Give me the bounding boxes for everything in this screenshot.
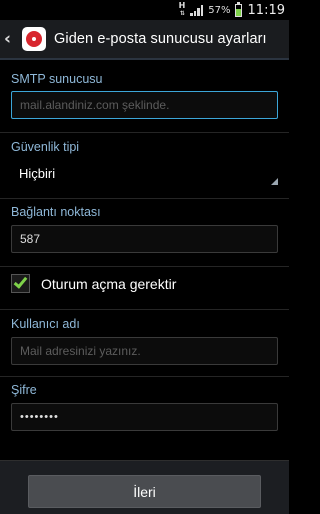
signal-bars-icon xyxy=(190,4,204,16)
next-button[interactable]: İleri xyxy=(28,475,261,508)
require-login-checkbox[interactable] xyxy=(11,274,30,293)
email-app-icon[interactable] xyxy=(22,27,46,51)
page-title: Giden e-posta sunucusu ayarları xyxy=(54,31,267,47)
password-input[interactable]: •••••••• xyxy=(11,403,278,431)
battery-percent: 57% xyxy=(208,4,231,16)
divider xyxy=(0,376,289,377)
divider xyxy=(0,198,289,199)
data-activity-icon: ⇅ xyxy=(179,10,185,17)
username-placeholder: Mail adresinizi yazınız. xyxy=(20,344,141,358)
security-type-label: Güvenlik tipi xyxy=(11,140,80,154)
password-label: Şifre xyxy=(11,383,37,397)
security-type-select[interactable]: Hiçbiri xyxy=(11,159,278,187)
port-label: Bağlantı noktası xyxy=(11,205,101,219)
back-arrow-icon[interactable]: ‹ xyxy=(4,29,20,49)
username-label: Kullanıcı adı xyxy=(11,317,80,331)
title-bar: ‹ Giden e-posta sunucusu ayarları xyxy=(0,20,289,60)
clock: 11:19 xyxy=(247,2,285,18)
port-value: 587 xyxy=(20,232,41,246)
security-type-value: Hiçbiri xyxy=(19,165,56,181)
divider xyxy=(0,132,289,133)
divider xyxy=(0,266,289,267)
smtp-server-label: SMTP sunucusu xyxy=(11,72,103,86)
username-input[interactable]: Mail adresinizi yazınız. xyxy=(11,337,278,365)
password-value: •••••••• xyxy=(20,411,59,423)
checkmark-icon xyxy=(13,274,28,289)
port-input[interactable]: 587 xyxy=(11,225,278,253)
battery-icon xyxy=(234,1,242,17)
divider xyxy=(0,309,289,310)
require-login-row[interactable]: Oturum açma gerektir xyxy=(11,274,176,293)
network-type-indicator: H ⇅ xyxy=(179,2,186,18)
outgoing-server-form: SMTP sunucusu mail.alandiniz.com şeklind… xyxy=(0,62,289,460)
smtp-server-input[interactable]: mail.alandiniz.com şeklinde. xyxy=(11,91,278,119)
smtp-server-placeholder: mail.alandiniz.com şeklinde. xyxy=(20,98,170,112)
status-bar: H ⇅ 57% 11:19 xyxy=(0,0,289,20)
bottom-bar: İleri xyxy=(0,460,289,514)
dropdown-corner-icon xyxy=(271,178,278,185)
network-type-text: H xyxy=(178,1,186,10)
require-login-label: Oturum açma gerektir xyxy=(41,275,177,292)
